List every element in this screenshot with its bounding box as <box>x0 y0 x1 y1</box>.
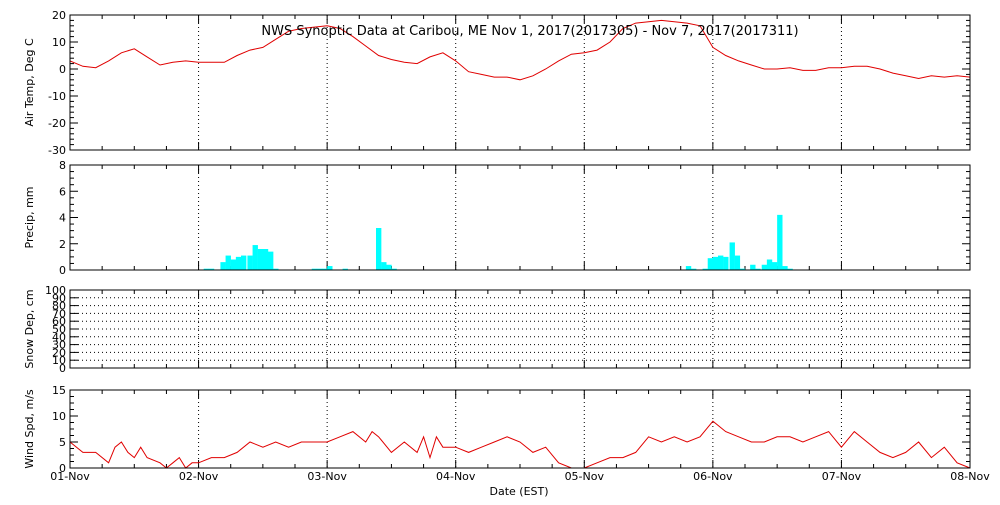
temp-y-tick-label: 0 <box>59 63 66 76</box>
wind-series-line <box>69 420 971 469</box>
x-tick-label: 02-Nov <box>179 470 219 483</box>
temp-y-tick-label: -30 <box>48 144 66 157</box>
wind-y-axis-label: Wind Spd, m/s <box>23 389 36 469</box>
precip-bar <box>241 255 247 270</box>
precip-bar <box>381 262 387 270</box>
precip-bar <box>772 262 778 270</box>
wind-y-tick-label: 15 <box>52 384 66 397</box>
x-axis-label: Date (EST) <box>489 485 548 498</box>
wind-panel-frame <box>69 389 971 469</box>
x-tick-label: 07-Nov <box>822 470 862 483</box>
x-tick-label: 06-Nov <box>693 470 733 483</box>
precip-bar <box>707 258 714 270</box>
precip-bar <box>225 255 231 270</box>
chart-root: -30 -20 -10 0 10 20 Air Temp, Deg C 0 2 4 6 8 Precip… <box>0 0 1000 500</box>
precip-bar <box>247 255 253 270</box>
precip-bar <box>268 251 274 270</box>
precip-bar <box>712 256 719 270</box>
x-tick-label: 04-Nov <box>436 470 476 483</box>
precip-bar <box>723 256 729 270</box>
chart-svg: -30 -20 -10 0 10 20 Air Temp, Deg C 0 2 4 6 8 Precip… <box>23 9 990 498</box>
precip-bar <box>782 266 788 270</box>
snow-y-tick-label: 100 <box>45 284 66 297</box>
wind-y-tick-label: 5 <box>59 436 66 449</box>
precip-bar <box>777 214 783 270</box>
precip-bar <box>376 228 382 270</box>
precip-y-axis-label: Precip, mm <box>23 187 36 249</box>
temp-y-tick-label: 20 <box>52 9 66 22</box>
x-tick-label: 05-Nov <box>565 470 605 483</box>
snow-y-axis-label: Snow Dep, cm <box>23 289 36 368</box>
temp-y-tick-label: -10 <box>48 90 66 103</box>
precip-y-tick-label: 8 <box>59 159 66 172</box>
x-tick-label: 08-Nov <box>950 470 990 483</box>
chart-title: NWS Synoptic Data at Caribou, ME Nov 1, … <box>261 24 798 39</box>
temp-y-axis-label: Air Temp, Deg C <box>23 38 36 127</box>
precip-bar <box>386 264 392 270</box>
precip-y-tick-label: 2 <box>59 238 66 251</box>
precip-panel-frame <box>69 164 971 271</box>
precip-bar <box>766 259 773 270</box>
precip-y-tick-label: 4 <box>59 212 66 225</box>
precip-bar <box>761 264 768 270</box>
x-tick-label: 03-Nov <box>307 470 347 483</box>
temp-y-tick-label: -20 <box>48 117 66 130</box>
precip-bar <box>729 242 735 270</box>
wind-y-tick-label: 10 <box>52 410 66 423</box>
precip-bar <box>750 264 756 270</box>
precip-bar <box>252 245 258 270</box>
precip-bar <box>685 266 692 270</box>
precip-bar <box>327 266 333 270</box>
precip-bar <box>262 249 269 270</box>
precip-bar <box>230 259 237 270</box>
precip-y-tick-label: 6 <box>59 185 66 198</box>
precip-y-tick-label: 0 <box>59 264 66 277</box>
precip-bar <box>734 255 741 270</box>
precip-bar <box>235 256 242 270</box>
precip-bar <box>257 249 264 270</box>
x-tick-label: 01-Nov <box>50 470 90 483</box>
precip-bar <box>718 255 724 270</box>
temp-y-tick-label: 10 <box>52 36 66 49</box>
precip-bar <box>220 262 226 270</box>
